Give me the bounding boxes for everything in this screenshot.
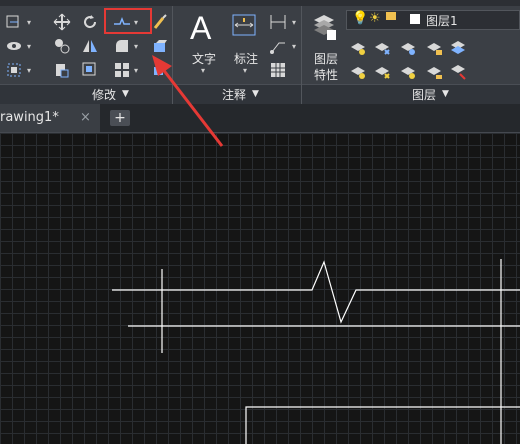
annotation-arrow [152,55,224,147]
autocad-window: ▾ ▾ ▾ ▾ ▾ ▾ 修改 ▼ A 文字 ▾ 标注 ▾ ▾ ▾ 注释 ▼ 图层… [0,0,520,444]
